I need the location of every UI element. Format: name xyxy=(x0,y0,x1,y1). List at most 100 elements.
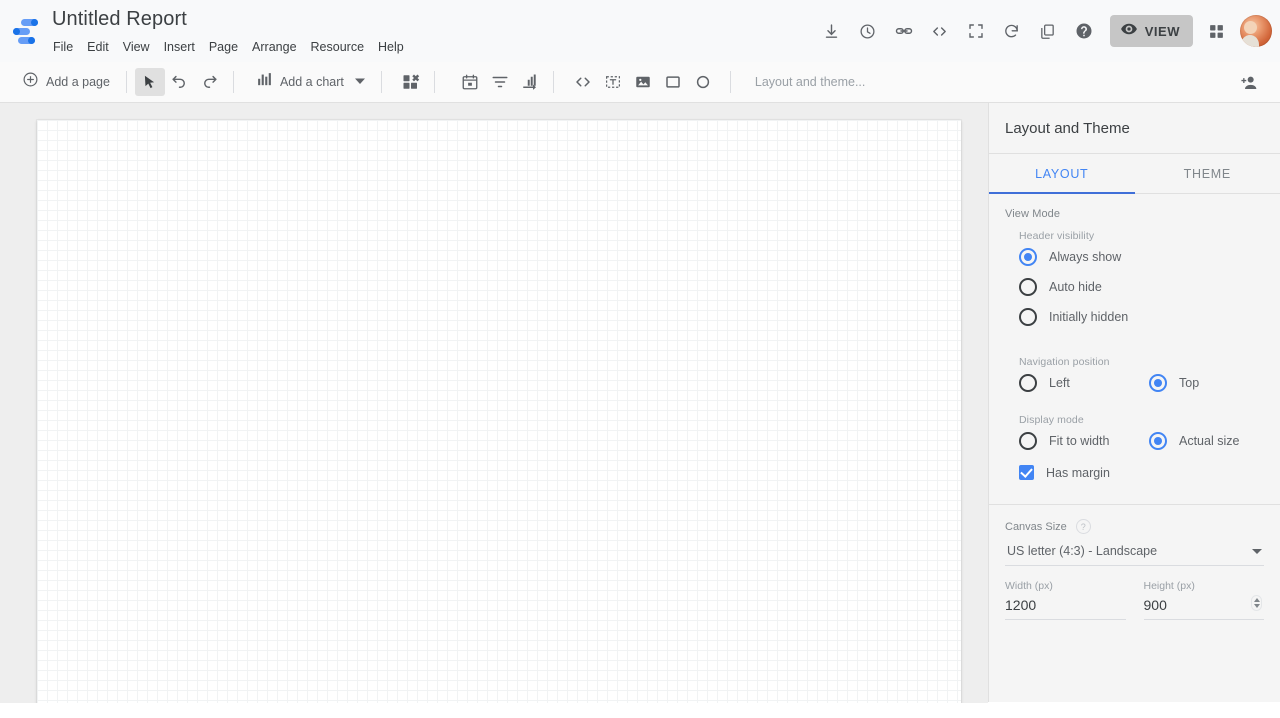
menu-bar: File Edit View Insert Page Arrange Resou… xyxy=(46,36,411,58)
help-icon[interactable] xyxy=(1066,13,1102,49)
embed-code-icon[interactable] xyxy=(922,13,958,49)
undo-button[interactable] xyxy=(165,68,195,96)
toolbar-divider xyxy=(729,71,731,93)
toolbar-divider xyxy=(232,71,234,93)
view-mode-section-label: View Mode xyxy=(1005,208,1061,220)
panel-body: View Mode Header visibility Always show … xyxy=(989,194,1280,620)
canvas-size-label: Canvas Size xyxy=(1005,520,1067,533)
rectangle-button[interactable] xyxy=(658,68,688,96)
checkbox-icon-checked xyxy=(1019,465,1034,480)
add-person-icon[interactable] xyxy=(1234,69,1264,97)
apps-grid-icon[interactable] xyxy=(1198,13,1234,49)
menu-page[interactable]: Page xyxy=(202,36,245,58)
help-question-icon[interactable]: ? xyxy=(1075,519,1091,534)
fullscreen-icon[interactable] xyxy=(958,13,994,49)
add-a-control-button[interactable] xyxy=(396,68,426,96)
image-button[interactable] xyxy=(628,68,658,96)
version-history-icon[interactable] xyxy=(850,13,886,49)
report-canvas-workspace[interactable] xyxy=(0,103,988,703)
circle-button[interactable] xyxy=(688,68,718,96)
embed-url-button[interactable] xyxy=(568,68,598,96)
radio-nav-top[interactable]: Top xyxy=(1149,368,1279,398)
radio-nav-left-label: Left xyxy=(1049,376,1070,390)
menu-resource[interactable]: Resource xyxy=(304,36,372,58)
radio-nav-top-label: Top xyxy=(1179,376,1200,390)
link-icon[interactable] xyxy=(886,13,922,49)
radio-auto-hide-label: Auto hide xyxy=(1049,280,1102,294)
radio-icon-selected xyxy=(1149,432,1167,450)
toolbar-divider xyxy=(552,71,554,93)
report-title[interactable]: Untitled Report xyxy=(52,7,411,31)
refresh-icon[interactable] xyxy=(994,13,1030,49)
radio-icon-selected xyxy=(1149,374,1167,392)
layout-and-theme-hint[interactable]: Layout and theme... xyxy=(755,75,866,89)
add-a-chart-label: Add a chart xyxy=(279,75,344,89)
header-visibility-label: Header visibility xyxy=(1019,230,1095,242)
radio-nav-left[interactable]: Left xyxy=(1019,368,1149,398)
sort-control-button[interactable] xyxy=(515,68,545,96)
menu-arrange[interactable]: Arrange xyxy=(245,36,303,58)
layout-and-theme-panel: Layout and Theme LAYOUT THEME View Mode … xyxy=(988,103,1280,702)
menu-insert[interactable]: Insert xyxy=(157,36,202,58)
user-avatar[interactable] xyxy=(1240,15,1272,47)
radio-icon xyxy=(1019,432,1037,450)
view-button-label: VIEW xyxy=(1144,23,1180,39)
canvas-height-field[interactable]: Height (px) 900 xyxy=(1143,580,1264,620)
radio-icon xyxy=(1019,308,1037,326)
radio-initially-hidden[interactable]: Initially hidden xyxy=(989,302,1280,332)
workspace-bottom-gutter xyxy=(0,703,988,718)
add-a-chart-button[interactable]: Add a chart xyxy=(248,68,373,96)
canvas-height-input[interactable]: 900 xyxy=(1143,597,1264,620)
radio-icon xyxy=(1019,374,1037,392)
canvas-size-header: Canvas Size ? xyxy=(989,505,1280,534)
menu-file[interactable]: File xyxy=(46,36,80,58)
panel-header: Layout and Theme xyxy=(989,103,1280,153)
view-mode-button[interactable]: VIEW xyxy=(1109,15,1193,47)
radio-auto-hide[interactable]: Auto hide xyxy=(989,272,1280,302)
chevron-down-icon xyxy=(1252,548,1262,554)
menu-edit[interactable]: Edit xyxy=(80,36,116,58)
app-logo-button[interactable] xyxy=(0,0,52,62)
tab-layout[interactable]: LAYOUT xyxy=(989,154,1135,194)
panel-tab-bar: LAYOUT THEME xyxy=(989,153,1280,194)
filter-control-button[interactable] xyxy=(485,68,515,96)
radio-icon-selected xyxy=(1019,248,1037,266)
toolbar-divider xyxy=(433,71,435,93)
download-icon[interactable] xyxy=(814,13,850,49)
chevron-down-icon xyxy=(354,73,365,91)
eye-icon xyxy=(1120,20,1138,43)
canvas-height-stepper[interactable] xyxy=(1251,595,1262,611)
canvas-width-input[interactable]: 1200 xyxy=(1005,597,1126,620)
canvas-size-preset-select[interactable]: US letter (4:3) - Landscape xyxy=(1005,544,1264,566)
canvas-dimensions: Width (px) 1200 Height (px) 900 xyxy=(989,566,1280,620)
panel-title: Layout and Theme xyxy=(1005,119,1130,137)
text-box-button[interactable] xyxy=(598,68,628,96)
menu-help[interactable]: Help xyxy=(371,36,411,58)
display-mode-label: Display mode xyxy=(1019,414,1084,426)
menu-view[interactable]: View xyxy=(116,36,157,58)
canvas-size-preset-value: US letter (4:3) - Landscape xyxy=(1007,544,1158,558)
select-tool-button[interactable] xyxy=(134,68,165,96)
canvas-width-field[interactable]: Width (px) 1200 xyxy=(1005,580,1126,620)
stepper-down-icon[interactable] xyxy=(1253,604,1260,608)
radio-always-show[interactable]: Always show xyxy=(989,242,1280,272)
looker-studio-report-editor: Untitled Report File Edit View Insert Pa… xyxy=(0,0,1280,718)
redo-button[interactable] xyxy=(195,68,225,96)
stepper-up-icon[interactable] xyxy=(1253,598,1260,602)
plus-circle-icon xyxy=(22,71,39,93)
tab-theme[interactable]: THEME xyxy=(1135,154,1280,193)
radio-fit-to-width[interactable]: Fit to width xyxy=(1019,426,1149,456)
navigation-position-options: Left Top xyxy=(989,368,1280,398)
radio-actual-size[interactable]: Actual size xyxy=(1149,426,1279,456)
radio-fit-to-width-label: Fit to width xyxy=(1049,434,1110,448)
radio-actual-size-label: Actual size xyxy=(1179,434,1240,448)
radio-always-show-label: Always show xyxy=(1049,250,1122,264)
display-mode-options: Fit to width Actual size xyxy=(989,426,1280,456)
toolbar-right-actions xyxy=(1234,62,1264,103)
date-range-control-button[interactable] xyxy=(455,68,485,96)
copy-icon[interactable] xyxy=(1030,13,1066,49)
report-page-canvas[interactable] xyxy=(37,120,961,703)
add-a-page-button[interactable]: Add a page xyxy=(14,68,118,96)
title-and-menus: Untitled Report File Edit View Insert Pa… xyxy=(52,0,411,58)
checkbox-has-margin[interactable]: Has margin xyxy=(989,456,1280,486)
